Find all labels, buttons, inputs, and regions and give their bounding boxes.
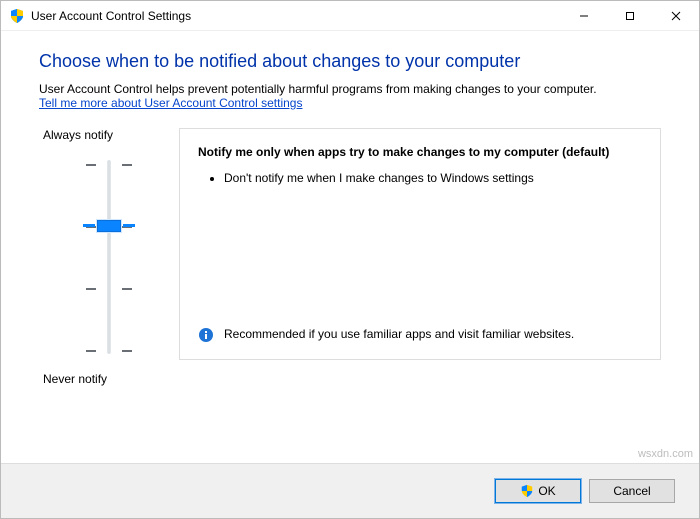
window-title: User Account Control Settings: [31, 9, 561, 23]
dialog-footer: OK Cancel: [1, 463, 699, 518]
close-button[interactable]: [653, 1, 699, 30]
info-icon: [198, 327, 214, 343]
watermark: wsxdn.com: [638, 448, 693, 460]
content-area: Choose when to be notified about changes…: [1, 31, 699, 463]
level-title: Notify me only when apps try to make cha…: [198, 145, 642, 159]
level-bullet: Don't notify me when I make changes to W…: [224, 169, 642, 187]
slider-area: Always notify Never notify Notify me onl…: [39, 128, 661, 386]
window-controls: [561, 1, 699, 30]
shield-icon: [9, 8, 25, 24]
slider-top-label: Always notify: [43, 128, 179, 142]
cancel-label: Cancel: [613, 484, 650, 498]
cancel-button[interactable]: Cancel: [589, 479, 675, 503]
recommendation-text: Recommended if you use familiar apps and…: [224, 327, 574, 341]
maximize-button[interactable]: [607, 1, 653, 30]
learn-more-link[interactable]: Tell me more about User Account Control …: [39, 96, 661, 110]
recommendation-row: Recommended if you use familiar apps and…: [198, 327, 642, 343]
ok-button[interactable]: OK: [495, 479, 581, 503]
slider-track[interactable]: [39, 152, 179, 362]
shield-icon: [520, 484, 534, 498]
help-text: User Account Control helps prevent poten…: [39, 82, 661, 96]
ok-label: OK: [538, 484, 555, 498]
notification-slider[interactable]: Always notify Never notify: [39, 128, 179, 386]
page-heading: Choose when to be notified about changes…: [39, 51, 661, 72]
title-bar: User Account Control Settings: [1, 1, 699, 31]
slider-bottom-label: Never notify: [43, 372, 179, 386]
minimize-button[interactable]: [561, 1, 607, 30]
level-bullets: Don't notify me when I make changes to W…: [224, 169, 642, 191]
slider-thumb[interactable]: [97, 220, 121, 232]
level-description-panel: Notify me only when apps try to make cha…: [179, 128, 661, 360]
uac-settings-window: User Account Control Settings Choose whe…: [0, 0, 700, 519]
